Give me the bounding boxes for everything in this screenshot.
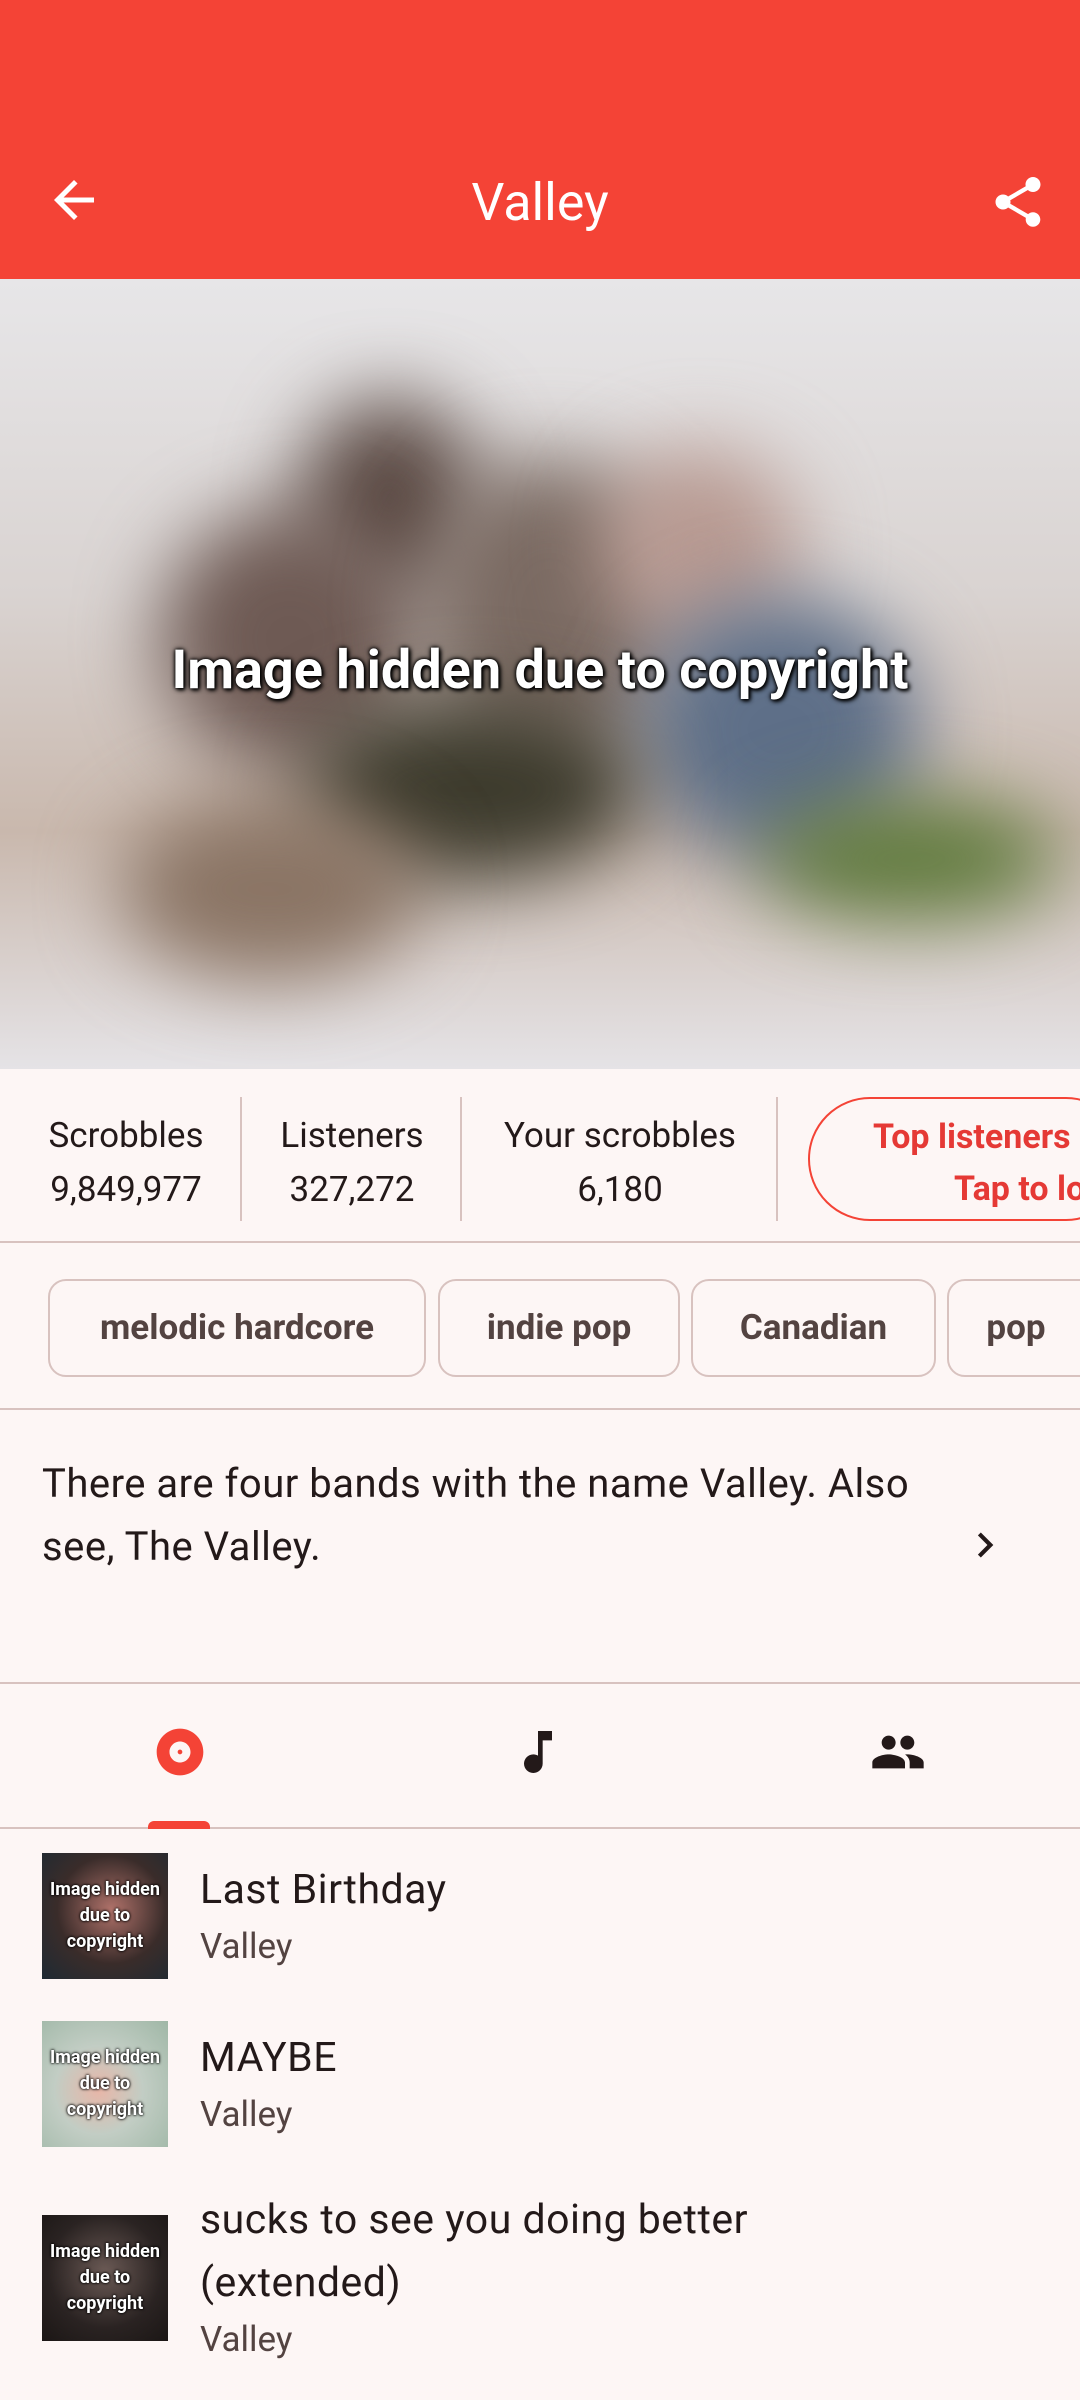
track-thumbnail: Image hidden due to copyright [42, 2215, 168, 2341]
stat-label: Scrobbles [48, 1115, 204, 1156]
top-listeners-hint: Tap to lo [954, 1169, 1080, 1209]
divider [240, 1097, 242, 1221]
track-thumbnail: Image hidden due to copyright [42, 1853, 168, 1979]
share-icon[interactable] [988, 172, 1048, 232]
tab-tracks[interactable] [360, 1684, 720, 1829]
divider [776, 1097, 778, 1221]
tag-chips: melodic hardcore indie pop Canadian pop [0, 1243, 1080, 1410]
stat-value: 9,849,977 [50, 1169, 202, 1210]
tag-chip[interactable]: pop [947, 1279, 1080, 1377]
track-artist: Valley [200, 2094, 293, 2135]
music-note-icon [524, 1731, 552, 1773]
divider [460, 1097, 462, 1221]
app-bar: Valley [0, 0, 1080, 279]
stat-value: 6,180 [577, 1169, 663, 1210]
tag-chip[interactable]: melodic hardcore [48, 1279, 426, 1377]
stat-your-scrobbles: Your scrobbles 6,180 [470, 1109, 770, 1217]
bio-text: There are four bands with the name Valle… [42, 1460, 910, 1570]
list-item[interactable]: Image hidden due to copyright sucks to s… [0, 2169, 1080, 2400]
copyright-notice: Image hidden due to copyright [171, 639, 909, 702]
stat-value: 327,272 [289, 1169, 415, 1210]
chevron-right-icon[interactable] [960, 1520, 1010, 1570]
tab-indicator [148, 1821, 210, 1829]
tab-albums[interactable] [0, 1684, 360, 1829]
stats-row: Scrobbles 9,849,977 Listeners 327,272 Yo… [0, 1069, 1080, 1243]
tag-chip[interactable]: indie pop [438, 1279, 680, 1377]
album-icon [156, 1728, 204, 1776]
people-icon [872, 1735, 924, 1769]
track-artist: Valley [200, 2319, 293, 2360]
page-title: Valley [471, 172, 609, 233]
artist-image[interactable]: Image hidden due to copyright [0, 279, 1080, 1069]
list-item[interactable]: Image hidden due to copyright MAYBE Vall… [0, 1999, 1080, 2169]
stat-listeners: Listeners 327,272 [252, 1109, 452, 1217]
track-title: Last Birthday [200, 1866, 447, 1914]
track-title: MAYBE [200, 2034, 337, 2082]
list-item[interactable]: Image hidden due to copyright Last Birth… [0, 1829, 1080, 1999]
tab-bar [0, 1684, 1080, 1829]
top-listeners-label: Top listeners [873, 1117, 1071, 1157]
track-artist: Valley [200, 1926, 293, 1967]
stat-scrobbles: Scrobbles 9,849,977 [30, 1109, 222, 1217]
artist-bio[interactable]: There are four bands with the name Valle… [0, 1410, 1080, 1684]
tag-chip[interactable]: Canadian [691, 1279, 936, 1377]
stat-label: Your scrobbles [503, 1115, 736, 1156]
track-title: sucks to see you doing better (extended) [200, 2196, 749, 2307]
stat-label: Listeners [280, 1115, 424, 1156]
top-listeners-button[interactable]: Top listeners Tap to lo [808, 1097, 1080, 1221]
tab-similar-artists[interactable] [720, 1684, 1080, 1829]
track-thumbnail: Image hidden due to copyright [42, 2021, 168, 2147]
